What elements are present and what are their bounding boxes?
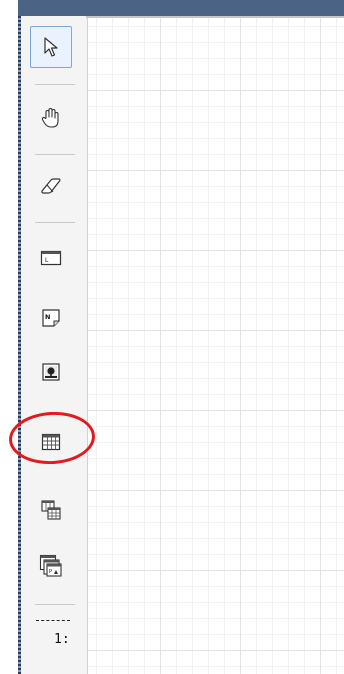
canvas-border	[86, 16, 344, 18]
select-tool-button[interactable]	[30, 26, 72, 68]
image-icon	[42, 363, 60, 381]
toolbar-separator	[35, 222, 75, 223]
drawing-canvas[interactable]	[88, 16, 344, 674]
stacked-tables-tool-button[interactable]	[31, 490, 71, 530]
label-frame-icon: L	[40, 250, 62, 266]
stacked-tables-icon	[41, 500, 61, 520]
scale-indicator-line	[36, 620, 70, 621]
hand-icon	[41, 107, 59, 128]
toolbar-separator	[35, 154, 75, 155]
stacked-images-tool-button[interactable]: P	[31, 546, 71, 586]
tool-palette: L N P	[21, 16, 88, 674]
note-tool-button[interactable]: N	[31, 298, 71, 338]
toolbar-separator	[35, 84, 75, 85]
label-frame-tool-button[interactable]: L	[31, 238, 71, 278]
toolbar-separator	[35, 604, 75, 605]
arrow-pointer-icon	[44, 37, 58, 57]
note-icon: N	[42, 309, 60, 327]
stacked-images-icon: P	[39, 554, 62, 577]
eraser-icon	[41, 178, 61, 194]
eraser-tool-button[interactable]	[31, 166, 71, 206]
image-tool-button[interactable]	[31, 352, 71, 392]
svg-text:N: N	[45, 313, 50, 321]
table-icon	[41, 433, 61, 451]
svg-text:P: P	[49, 569, 52, 575]
scale-label: 1:	[54, 632, 70, 647]
pan-tool-button[interactable]	[31, 98, 71, 138]
window-title-bar	[18, 0, 344, 16]
table-tool-button[interactable]	[31, 422, 71, 462]
